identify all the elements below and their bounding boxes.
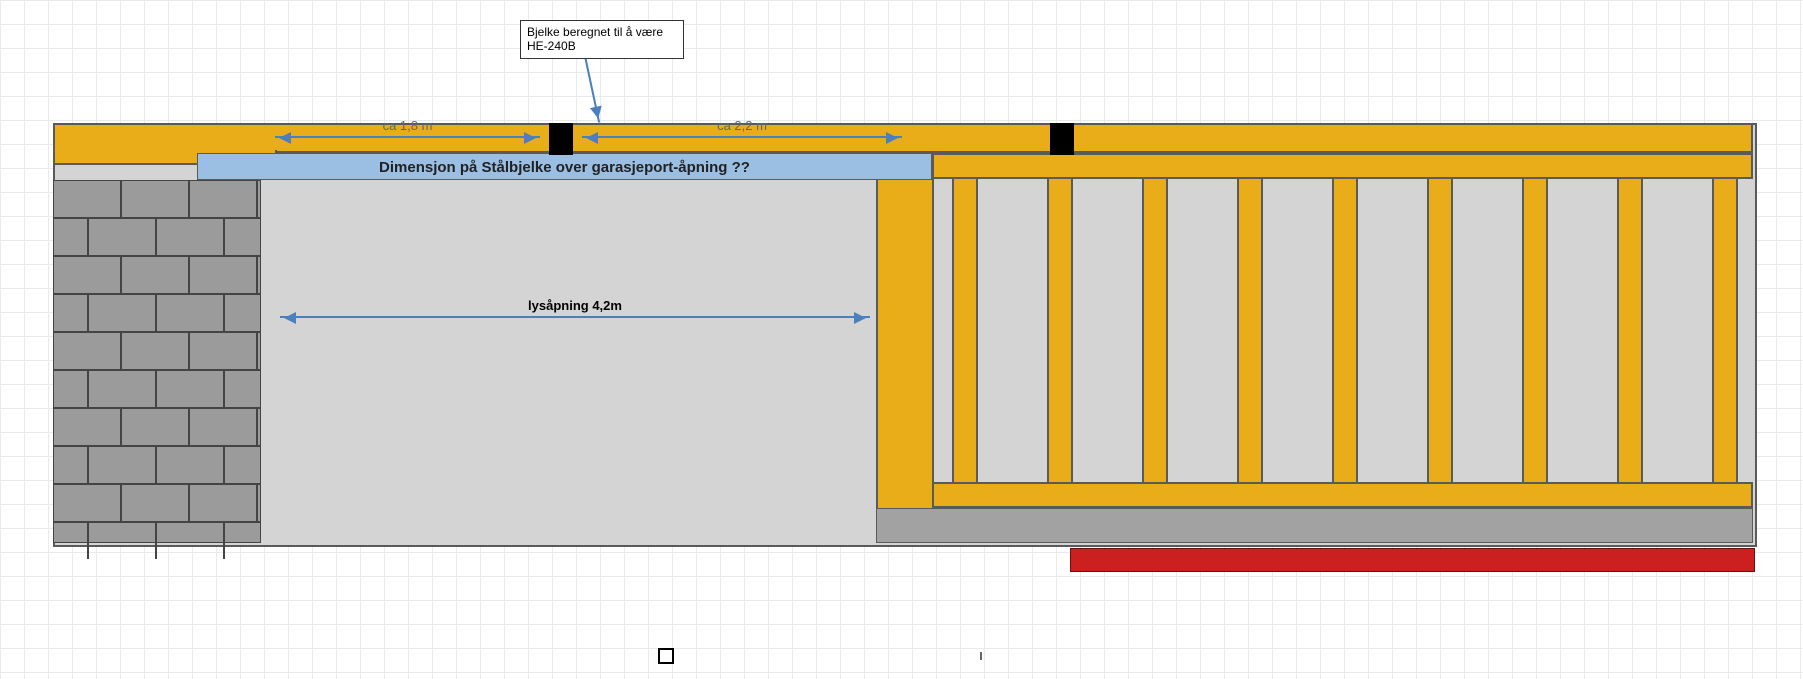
stud [1617, 177, 1643, 484]
stud-wall-bottom-plate [932, 482, 1753, 508]
dim-opening-label: lysåpning 4,2m [280, 298, 870, 313]
callout-text: Bjelke beregnet til å være HE-240B [527, 25, 663, 53]
stud [1332, 177, 1358, 484]
concrete-floor [876, 508, 1753, 543]
callout-he240b: Bjelke beregnet til å være HE-240B [520, 20, 684, 59]
steel-beam-label: Dimensjon på Stålbjelke over garasjeport… [379, 159, 750, 176]
stud-wall [932, 153, 1753, 508]
stud [1047, 177, 1073, 484]
dim-right-label: ca 2,2 m [582, 118, 902, 133]
red-foundation [1070, 548, 1755, 572]
garage-opening [261, 180, 876, 543]
steel-beam: Dimensjon på Stålbjelke over garasjeport… [197, 153, 932, 180]
stud [952, 177, 978, 484]
stud [1712, 177, 1738, 484]
point-load-marker-right [1050, 123, 1074, 155]
point-load-marker-left [549, 123, 573, 155]
stud [1427, 177, 1453, 484]
dim-left-label: ca 1,8 m [275, 118, 540, 133]
dim-left-span: ca 1,8 m [275, 136, 540, 138]
dim-opening: lysåpning 4,2m [280, 298, 870, 318]
stud-wall-top-plate [932, 153, 1753, 179]
stray-mark [980, 652, 982, 660]
brick-wall [53, 180, 261, 543]
stud [1142, 177, 1168, 484]
stray-handle-icon [658, 648, 674, 664]
wood-post [876, 153, 934, 543]
dim-right-span: ca 2,2 m [582, 136, 902, 138]
stud [1522, 177, 1548, 484]
callout-arrow [584, 56, 600, 123]
stud [1237, 177, 1263, 484]
